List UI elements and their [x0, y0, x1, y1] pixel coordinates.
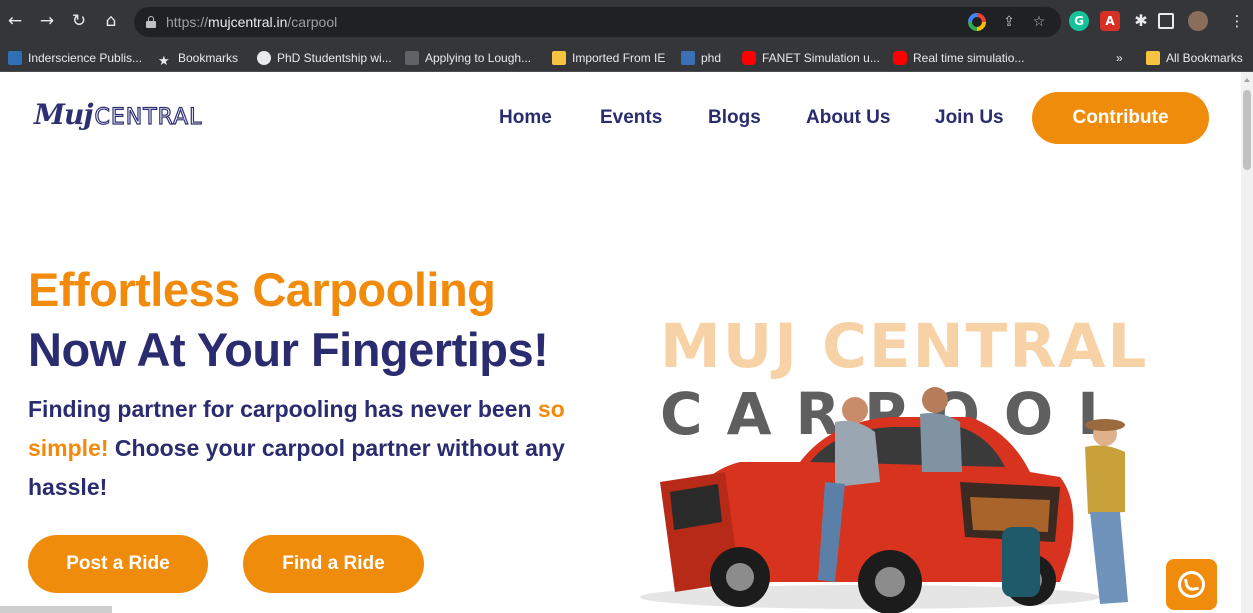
- contribute-button[interactable]: Contribute: [1032, 92, 1209, 144]
- home-icon[interactable]: ⌂: [100, 10, 122, 32]
- nav-join-us[interactable]: Join Us: [935, 107, 1004, 129]
- folder-icon: [552, 51, 566, 65]
- inderscience-icon: [8, 51, 22, 65]
- google-lens-icon[interactable]: [968, 13, 986, 31]
- acrobat-icon[interactable]: A: [1100, 11, 1120, 31]
- url-text: https://mujcentral.in/carpool: [166, 14, 338, 30]
- youtube-icon: [893, 51, 907, 65]
- bookmark-item[interactable]: ★ Bookmarks: [158, 49, 238, 68]
- star-icon: ★: [158, 53, 170, 68]
- bookmarks-bar: Inderscience Publis... ★ Bookmarks PhD St…: [0, 44, 1253, 72]
- bookmark-item[interactable]: Applying to Lough...: [405, 49, 531, 67]
- extensions-icon[interactable]: ✱: [1131, 11, 1151, 31]
- reload-icon[interactable]: ↻: [68, 10, 90, 32]
- post-ride-button[interactable]: Post a Ride: [28, 535, 208, 593]
- bookmark-item[interactable]: Real time simulatio...: [893, 49, 1024, 67]
- hero-subtitle: Finding partner for carpooling has never…: [28, 396, 565, 500]
- scroll-up-icon[interactable]: [1244, 78, 1250, 82]
- page-scrollbar[interactable]: [1241, 72, 1253, 613]
- bookmarks-overflow-button[interactable]: »: [1116, 49, 1123, 67]
- bookmark-item[interactable]: PhD Studentship wi...: [257, 49, 392, 67]
- globe-icon: [257, 51, 271, 65]
- find-ride-button[interactable]: Find a Ride: [243, 535, 424, 593]
- whatsapp-button[interactable]: [1166, 559, 1217, 610]
- profile-avatar[interactable]: [1188, 11, 1208, 31]
- browser-toolbar: ← → ↻ ⌂ https://mujcentral.in/carpool ⇪ …: [0, 0, 1253, 44]
- bookmark-item[interactable]: FANET Simulation u...: [742, 49, 880, 67]
- bookmark-item[interactable]: phd: [681, 49, 721, 67]
- carpool-hero-image: MUJ CENTRAL CARPOOL: [640, 311, 1148, 613]
- loughborough-icon: [405, 51, 419, 65]
- nav-events[interactable]: Events: [600, 107, 662, 129]
- all-bookmarks[interactable]: All Bookmarks: [1146, 49, 1243, 67]
- menu-icon[interactable]: ⋮: [1226, 10, 1248, 32]
- youtube-icon: [742, 51, 756, 65]
- share-icon[interactable]: ⇪: [1000, 13, 1018, 31]
- side-panel-icon[interactable]: [1158, 13, 1174, 29]
- folder-icon: [1146, 51, 1160, 65]
- address-bar[interactable]: https://mujcentral.in/carpool ⇪ ☆: [134, 7, 1061, 37]
- nav-about-us[interactable]: About Us: [806, 107, 890, 129]
- hero-headline-2: Now At Your Fingertips!: [28, 323, 549, 376]
- lock-icon[interactable]: [146, 16, 156, 28]
- nav-home[interactable]: Home: [499, 107, 552, 129]
- w3-icon: [681, 51, 695, 65]
- bookmark-item[interactable]: Inderscience Publis...: [8, 49, 142, 67]
- bookmark-star-icon[interactable]: ☆: [1030, 13, 1048, 31]
- nav-blogs[interactable]: Blogs: [708, 107, 761, 129]
- hero-image-title: MUJ CENTRAL: [660, 311, 1148, 382]
- status-divider: [0, 606, 112, 613]
- scrollbar-thumb[interactable]: [1243, 90, 1251, 170]
- bookmark-item[interactable]: Imported From IE: [552, 49, 665, 67]
- forward-icon[interactable]: →: [36, 10, 58, 32]
- hero-headline: Effortless Carpooling: [28, 263, 496, 316]
- grammarly-icon[interactable]: G: [1069, 11, 1089, 31]
- site-logo[interactable]: MujCENTRAL: [34, 98, 202, 131]
- back-icon[interactable]: ←: [4, 10, 26, 32]
- page-content: MujCENTRAL Home Events Blogs About Us Jo…: [0, 72, 1241, 613]
